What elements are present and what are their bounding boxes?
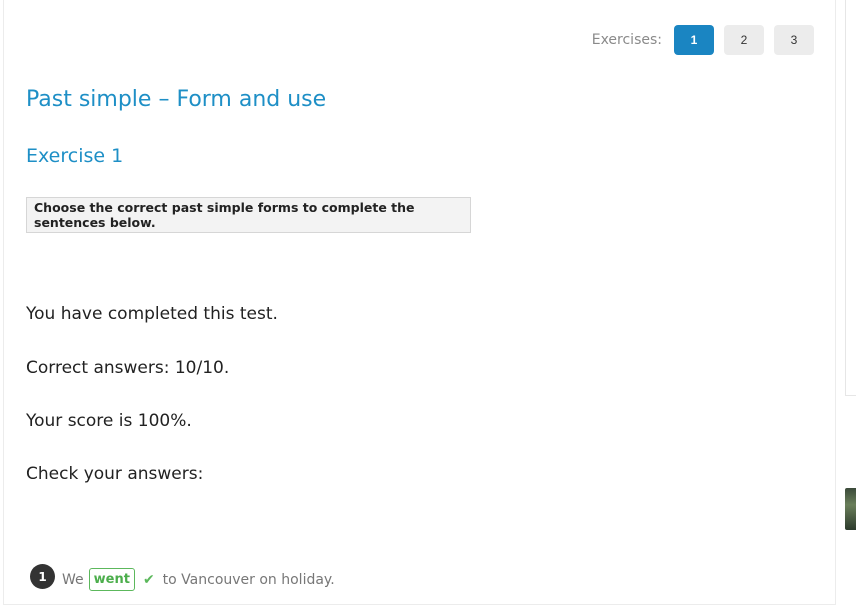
sidebar-panel (845, 0, 856, 396)
exercise-1-button[interactable]: 1 (674, 25, 714, 55)
exercise-title: Exercise 1 (26, 145, 124, 167)
exercise-2-button[interactable]: 2 (724, 25, 764, 55)
question-number-badge: 1 (30, 564, 55, 589)
check-icon: ✔ (142, 571, 155, 588)
exercise-pagination: Exercises: 1 2 3 (592, 25, 814, 55)
score-text: Your score is 100%. (26, 411, 192, 431)
exercises-label: Exercises: (591, 32, 662, 48)
question-text-before: We (62, 571, 84, 588)
page-title: Past simple – Form and use (26, 87, 327, 112)
instruction-text: Choose the correct past simple forms to … (34, 200, 415, 230)
completed-message: You have completed this test. (26, 304, 278, 324)
correct-answers-text: Correct answers: 10/10. (26, 358, 230, 378)
instruction-box: Choose the correct past simple forms to … (26, 197, 471, 233)
answer-field[interactable]: went (88, 568, 135, 591)
check-answers-heading: Check your answers: (26, 464, 204, 484)
question-row: 1 We went ✔ to Vancouver on holiday. (30, 564, 335, 591)
question-text-after: to Vancouver on holiday. (162, 571, 335, 588)
sidebar-thumbnail[interactable] (845, 488, 856, 530)
exercise-3-button[interactable]: 3 (774, 25, 814, 55)
